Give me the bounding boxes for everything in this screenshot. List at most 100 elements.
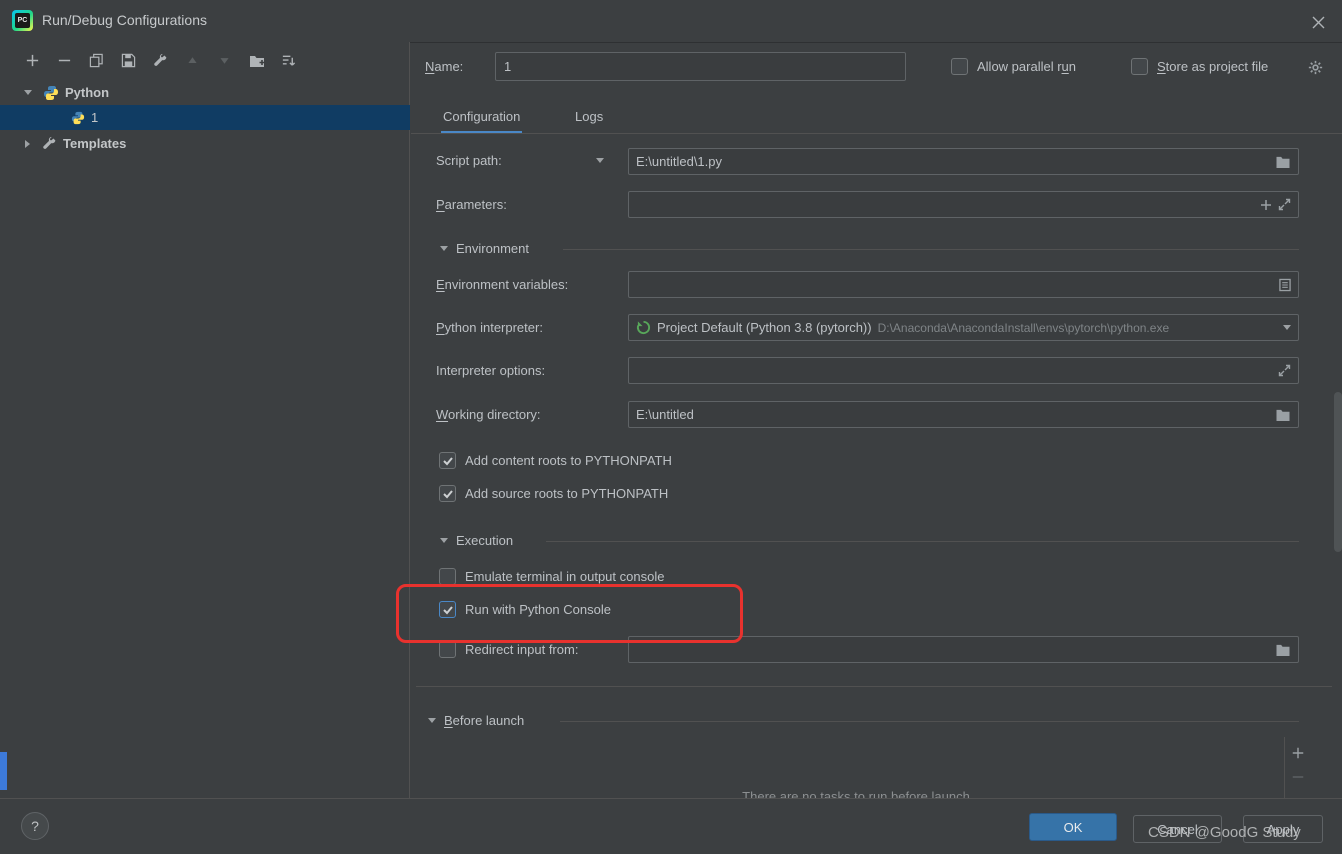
allow-parallel-run-checkbox[interactable]: Allow parallel run xyxy=(951,58,1076,75)
create-new-folder-button[interactable] xyxy=(248,52,265,69)
script-path-kind-dropdown[interactable] xyxy=(596,158,604,163)
emulate-terminal-checkbox[interactable]: Emulate terminal in output console xyxy=(439,568,664,585)
redirect-input-checkbox[interactable]: Redirect input from: xyxy=(439,641,578,658)
close-icon xyxy=(1312,16,1324,28)
collapse-arrow-icon xyxy=(440,538,448,543)
plus-icon xyxy=(26,54,39,67)
help-icon: ? xyxy=(31,818,39,834)
tree-item-python-group[interactable]: Python xyxy=(0,80,410,105)
tree-item-config-1[interactable]: 1 xyxy=(0,105,410,130)
collapse-arrow-icon xyxy=(440,246,448,251)
store-as-project-file-checkbox[interactable]: Store as project file xyxy=(1131,58,1268,75)
pycharm-logo-icon: PC xyxy=(12,10,33,31)
section-label: Execution xyxy=(456,533,514,548)
help-button[interactable]: ? xyxy=(21,812,49,840)
watermark: CSDN @GoodG Study xyxy=(1148,824,1301,841)
name-input[interactable] xyxy=(495,52,906,81)
expander-icon[interactable] xyxy=(24,90,32,95)
add-macro-icon[interactable] xyxy=(1260,199,1272,211)
interpreter-options-field[interactable] xyxy=(628,357,1299,384)
copy-button[interactable] xyxy=(88,52,105,69)
field-value: Project Default (Python 3.8 (pytorch)) xyxy=(657,320,872,335)
environment-variables-label: Environment variables: xyxy=(436,277,569,292)
remove-button[interactable] xyxy=(56,52,73,69)
section-label: Before launch xyxy=(444,713,525,728)
checkbox-box[interactable] xyxy=(439,485,456,502)
parameters-field[interactable] xyxy=(628,191,1299,218)
ok-button[interactable]: OK xyxy=(1029,813,1117,841)
checkbox-box[interactable] xyxy=(1131,58,1148,75)
python-interpreter-label: Python interpreter: xyxy=(436,320,543,335)
execution-section-toggle[interactable]: Execution xyxy=(440,533,513,548)
environment-variables-field[interactable] xyxy=(628,271,1299,298)
edit-templates-button[interactable] xyxy=(152,52,169,69)
run-with-python-console-checkbox[interactable]: Run with Python Console xyxy=(439,601,611,618)
field-value: E:\untitled\1.py xyxy=(636,154,722,169)
redirect-input-field[interactable] xyxy=(628,636,1299,663)
working-directory-field[interactable]: E:\untitled xyxy=(628,401,1299,428)
before-launch-list[interactable]: There are no tasks to run before launch xyxy=(428,737,1284,798)
wrench-icon xyxy=(42,136,57,151)
folder-icon[interactable] xyxy=(1275,155,1291,168)
remove-task-button[interactable] xyxy=(1291,770,1305,787)
minus-icon xyxy=(1292,776,1304,778)
sort-icon xyxy=(282,55,296,66)
add-source-roots-checkbox[interactable]: Add source roots to PYTHONPATH xyxy=(439,485,668,502)
before-launch-section-toggle[interactable]: Before launch xyxy=(428,713,524,728)
checkbox-box[interactable] xyxy=(439,601,456,618)
add-task-button[interactable] xyxy=(1291,746,1305,763)
checkbox-label: Emulate terminal in output console xyxy=(465,569,665,584)
scrollbar-thumb[interactable] xyxy=(1334,392,1342,552)
checkbox-label: Redirect input from: xyxy=(465,642,579,657)
save-configuration-button[interactable] xyxy=(120,52,137,69)
folder-icon[interactable] xyxy=(1275,408,1291,421)
collapse-arrow-icon xyxy=(428,718,436,723)
tree-item-label: 1 xyxy=(91,110,99,125)
add-content-roots-checkbox[interactable]: Add content roots to PYTHONPATH xyxy=(439,452,672,469)
minus-icon xyxy=(58,59,71,62)
sort-configurations-button[interactable] xyxy=(280,52,297,69)
save-icon xyxy=(121,53,136,68)
left-edge-artifact xyxy=(0,752,7,790)
checkbox-box[interactable] xyxy=(439,452,456,469)
expander-icon[interactable] xyxy=(25,139,30,148)
run-debug-configurations-dialog: PC Run/Debug Configurations Python 1 Tem… xyxy=(0,0,1342,854)
add-button[interactable] xyxy=(24,52,41,69)
checkbox-box[interactable] xyxy=(439,568,456,585)
interpreter-refresh-icon xyxy=(636,320,651,335)
close-button[interactable] xyxy=(1306,10,1330,34)
checkbox-label: Add source roots to PYTHONPATH xyxy=(465,486,669,501)
tree-item-label: Python xyxy=(65,85,110,100)
field-value: E:\untitled xyxy=(636,407,694,422)
interpreter-options-label: Interpreter options: xyxy=(436,363,546,378)
folder-add-icon xyxy=(249,55,264,67)
section-rule xyxy=(560,721,1299,722)
tree-item-templates[interactable]: Templates xyxy=(0,131,410,156)
move-up-button[interactable] xyxy=(184,52,201,69)
expand-icon[interactable] xyxy=(1278,198,1291,211)
environment-section-toggle[interactable]: Environment xyxy=(440,241,529,256)
tab-logs[interactable]: Logs xyxy=(573,104,605,131)
expand-icon[interactable] xyxy=(1278,364,1291,377)
python-icon xyxy=(43,85,59,101)
footer-separator xyxy=(0,798,1342,799)
content-separator xyxy=(416,686,1332,687)
python-interpreter-select[interactable]: Project Default (Python 3.8 (pytorch)) D… xyxy=(628,314,1299,341)
plus-icon xyxy=(1292,747,1304,759)
tab-configuration[interactable]: Configuration xyxy=(441,104,523,134)
dropdown-arrow-icon[interactable] xyxy=(1283,325,1291,330)
checkbox-box[interactable] xyxy=(439,641,456,658)
up-arrow-icon xyxy=(188,57,197,63)
copy-icon xyxy=(89,53,103,68)
checkbox-label: Add content roots to PYTHONPATH xyxy=(465,453,672,468)
working-directory-label: Working directory: xyxy=(436,407,541,422)
settings-gear-icon[interactable] xyxy=(1308,60,1323,78)
checkbox-label: Run with Python Console xyxy=(465,602,611,617)
move-down-button[interactable] xyxy=(216,52,233,69)
checkbox-label: Allow parallel run xyxy=(977,59,1077,74)
tree-item-label: Templates xyxy=(63,136,127,151)
folder-icon[interactable] xyxy=(1275,643,1291,656)
env-vars-editor-icon[interactable] xyxy=(1279,278,1291,292)
checkbox-box[interactable] xyxy=(951,58,968,75)
script-path-field[interactable]: E:\untitled\1.py xyxy=(628,148,1299,175)
